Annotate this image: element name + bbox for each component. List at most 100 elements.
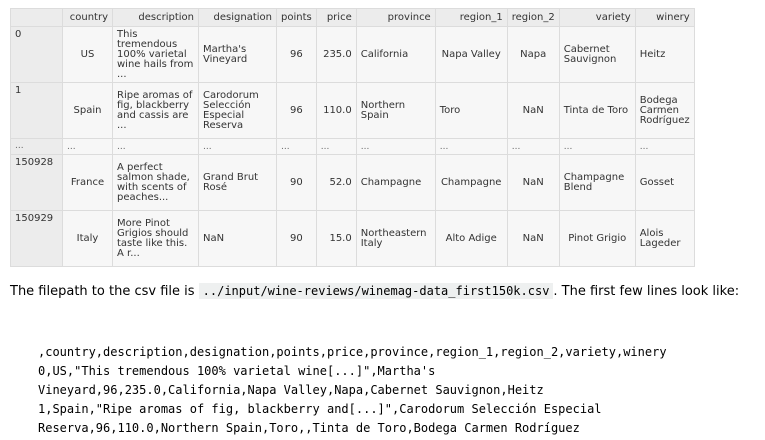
table-cell: ...	[198, 138, 277, 155]
table-cell: Northeastern Italy	[355, 210, 436, 267]
table-row: 0 US This tremendous 100% varietal wine …	[10, 26, 695, 83]
column-header: province	[355, 8, 436, 27]
description-text: This tremendous 100% varietal wine hails…	[117, 28, 194, 80]
table-cell: ...	[62, 138, 113, 155]
table-cell: Carodorum Selección Especial Reserva	[198, 82, 277, 139]
table-cell: California	[355, 26, 436, 83]
table-cell: Champagne Blend	[558, 154, 636, 211]
table-cell: Ripe aromas of fig, blackberry and cassi…	[112, 82, 199, 139]
table-cell: Northern Spain	[355, 82, 436, 139]
table-cell: ...	[634, 138, 695, 155]
column-header: country	[62, 8, 113, 27]
column-header: region_2	[506, 8, 560, 27]
table-cell: 90	[276, 210, 317, 267]
table-cell: Napa	[506, 26, 560, 83]
markdown-paragraph: The filepath to the csv file is ../input…	[10, 280, 750, 303]
row-index: ...	[10, 138, 63, 155]
column-header: points	[276, 8, 317, 27]
table-cell: ...	[276, 138, 317, 155]
table-cell: A perfect salmon shade, with scents of p…	[112, 154, 199, 211]
table-cell: 90	[276, 154, 317, 211]
table-cell: Tinta de Toro	[558, 82, 636, 139]
code-line: ,country,description,designation,points,…	[38, 345, 667, 359]
table-cell: NaN	[506, 82, 560, 139]
province-text: Northern Spain	[360, 99, 406, 121]
csv-preview-code-block: ,country,description,designation,points,…	[38, 343, 758, 438]
table-row: 1 Spain Ripe aromas of fig, blackberry a…	[10, 82, 695, 139]
table-cell: 96	[276, 26, 317, 83]
table-cell: Italy	[62, 210, 113, 267]
designation-text: Grand Brut Rosé	[203, 171, 259, 193]
code-line: 0,US,"This tremendous 100% varietal wine…	[38, 364, 436, 378]
index-header	[10, 8, 63, 27]
column-header: designation	[198, 8, 277, 27]
table-cell: Alto Adige	[434, 210, 508, 267]
winery-text: Heitz	[639, 48, 666, 60]
table-cell: ...	[355, 138, 436, 155]
table-cell: Grand Brut Rosé	[198, 154, 277, 211]
table-cell: ...	[506, 138, 560, 155]
table-cell: Gosset	[634, 154, 695, 211]
table-cell: Champagne	[355, 154, 436, 211]
table-cell: ...	[558, 138, 636, 155]
winery-text: Alois Lageder	[639, 227, 681, 249]
table-cell: 15.0	[315, 210, 357, 267]
table-cell: Napa Valley	[434, 26, 508, 83]
table-cell: Cabernet Sauvignon	[558, 26, 636, 83]
dataframe-output: country description designation points p…	[10, 8, 695, 267]
column-header: price	[315, 8, 357, 27]
code-line: Reserva,96,110.0,Northern Spain,Toro,,Ti…	[38, 421, 580, 435]
table-cell: Martha's Vineyard	[198, 26, 277, 83]
table-cell: 52.0	[315, 154, 357, 211]
variety-text: Champagne Blend	[563, 171, 625, 193]
table-cell: Toro	[434, 82, 508, 139]
row-index: 0	[10, 26, 63, 83]
table-cell: NaN	[506, 210, 560, 267]
column-header: winery	[634, 8, 695, 27]
designation-text: Carodorum Selección Especial Reserva	[203, 89, 259, 131]
code-line: Vineyard,96,235.0,California,Napa Valley…	[38, 383, 544, 397]
table-row: 150929 Italy More Pinot Grigios should t…	[10, 210, 695, 267]
table-cell: 110.0	[315, 82, 357, 139]
table-cell: Spain	[62, 82, 113, 139]
code-line: 1,Spain,"Ripe aromas of fig, blackberry …	[38, 402, 602, 416]
filepath-code: ../input/wine-reviews/winemag-data_first…	[198, 283, 554, 299]
row-index: 150928	[10, 154, 63, 211]
paragraph-text-end: . The first few lines look like:	[553, 284, 740, 299]
table-cell: Heitz	[634, 26, 695, 83]
column-header: variety	[558, 8, 636, 27]
table-cell: This tremendous 100% varietal wine hails…	[112, 26, 199, 83]
column-header: description	[112, 8, 199, 27]
table-cell: ...	[434, 138, 508, 155]
table-cell: ...	[315, 138, 357, 155]
description-text: A perfect salmon shade, with scents of p…	[117, 161, 190, 203]
winery-text: Bodega Carmen Rodríguez	[639, 94, 690, 126]
province-text: Northeastern Italy	[360, 227, 427, 249]
table-cell: ...	[112, 138, 199, 155]
table-cell: France	[62, 154, 113, 211]
designation-text: Martha's Vineyard	[203, 43, 248, 65]
table-cell: Alois Lageder	[634, 210, 695, 267]
table-cell: NaN	[198, 210, 277, 267]
header-row: country description designation points p…	[10, 8, 695, 27]
paragraph-text: The filepath to the csv file is	[10, 284, 199, 299]
row-index: 150929	[10, 210, 63, 267]
row-index: 1	[10, 82, 63, 139]
table-cell: Pinot Grigio	[558, 210, 636, 267]
table-cell: NaN	[506, 154, 560, 211]
dataframe-table: country description designation points p…	[10, 8, 695, 267]
variety-text: Cabernet Sauvignon	[563, 43, 617, 65]
variety-text: Tinta de Toro	[563, 104, 629, 116]
table-row: 150928 France A perfect salmon shade, wi…	[10, 154, 695, 211]
description-text: Ripe aromas of fig, blackberry and cassi…	[117, 89, 193, 131]
table-cell: 235.0	[315, 26, 357, 83]
table-cell: Champagne	[434, 154, 508, 211]
description-text: More Pinot Grigios should taste like thi…	[117, 217, 189, 259]
province-text: California	[360, 48, 409, 60]
table-cell: More Pinot Grigios should taste like thi…	[112, 210, 199, 267]
table-cell: 96	[276, 82, 317, 139]
column-header: region_1	[434, 8, 508, 27]
table-cell: US	[62, 26, 113, 83]
table-cell: Bodega Carmen Rodríguez	[634, 82, 695, 139]
ellipsis-row: ... ... ... ... ... ... ... ... ... ... …	[10, 138, 695, 155]
